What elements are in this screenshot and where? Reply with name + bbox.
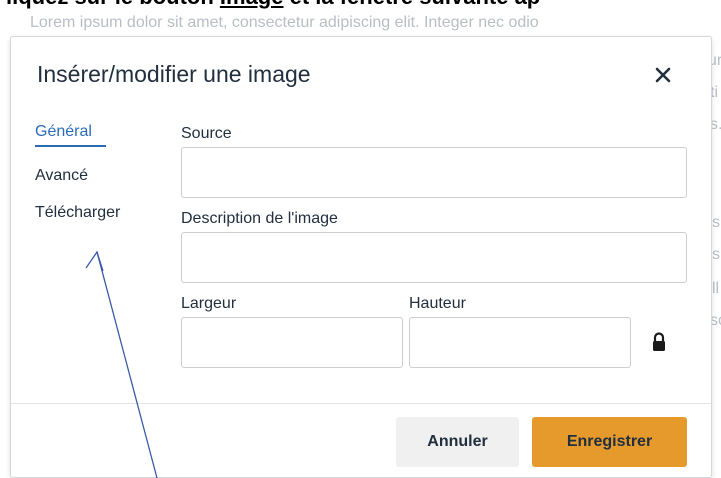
lock-icon[interactable]: [651, 331, 667, 353]
tab-upload[interactable]: Télécharger: [35, 204, 120, 222]
background-fragment: s: [712, 246, 720, 263]
background-heading: liquez sur le bouton Image et la fenêtre…: [6, 0, 540, 10]
background-fragment: s: [712, 214, 720, 231]
background-fragment: ll: [712, 280, 720, 297]
description-input[interactable]: [181, 232, 687, 283]
tab-advanced[interactable]: Avancé: [35, 167, 88, 185]
heading-prefix: liquez sur le bouton: [6, 0, 220, 9]
close-icon: [655, 67, 671, 83]
source-label: Source: [181, 125, 232, 142]
tab-general-underline: [35, 145, 106, 147]
height-label: Hauteur: [409, 295, 466, 312]
background-lorem-line: Lorem ipsum dolor sit amet, consectetur …: [30, 14, 539, 31]
cancel-button[interactable]: Annuler: [396, 417, 519, 467]
insert-image-dialog: Insérer/modifier une image Général Avanc…: [10, 36, 712, 478]
close-button[interactable]: [647, 59, 679, 91]
description-label: Description de l'image: [181, 210, 338, 227]
heading-link: Image: [220, 0, 284, 9]
save-button[interactable]: Enregistrer: [532, 417, 687, 467]
height-input[interactable]: [409, 317, 631, 368]
heading-suffix: et la fenêtre suivante ap: [283, 0, 541, 9]
tab-general[interactable]: Général: [35, 123, 92, 141]
dialog-title: Insérer/modifier une image: [37, 61, 311, 87]
width-label: Largeur: [181, 295, 237, 312]
source-input[interactable]: [181, 147, 687, 198]
width-input[interactable]: [181, 317, 403, 368]
footer-divider: [11, 403, 711, 404]
